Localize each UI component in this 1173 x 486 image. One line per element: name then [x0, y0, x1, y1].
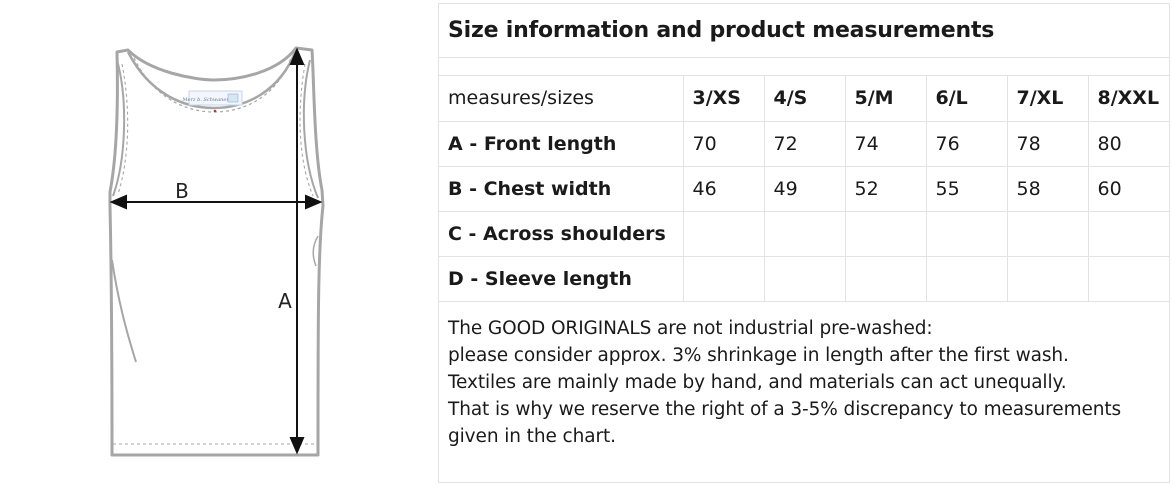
table-cell: 80: [1087, 121, 1169, 167]
row-label: D - Sleeve length: [439, 256, 683, 302]
svg-text:Merz b. Schwanen: Merz b. Schwanen: [181, 97, 229, 103]
note-line: Textiles are mainly made by hand, and ma…: [448, 372, 1067, 393]
size-header: 4/S: [763, 76, 845, 122]
size-header: 6/L: [925, 76, 1007, 122]
size-header-row: measures/sizes 3/XS 4/S 5/M 6/L 7/XL 8/X…: [439, 76, 1169, 122]
size-table: measures/sizes 3/XS 4/S 5/M 6/L 7/XL 8/X…: [439, 76, 1169, 302]
spacer-row: [439, 58, 1169, 76]
table-cell: [682, 256, 764, 302]
table-cell: [763, 256, 845, 302]
table-cell: [1006, 211, 1088, 257]
note-line: please consider approx. 3% shrinkage in …: [448, 345, 1069, 366]
table-cell: 46: [682, 166, 764, 212]
washing-notes: The GOOD ORIGINALS are not industrial pr…: [448, 315, 1163, 450]
size-header: 8/XXL: [1087, 76, 1169, 122]
measure-label-b: B: [175, 179, 189, 203]
table-row-sleeve-length: D - Sleeve length: [439, 256, 1169, 302]
table-cell: [925, 211, 1007, 257]
note-line: That is why we reserve the right of a 3-…: [448, 399, 1122, 420]
table-cell: [682, 211, 764, 257]
panel-title: Size information and product measurement…: [439, 4, 1169, 58]
table-cell: 78: [1006, 121, 1088, 167]
table-cell: 52: [844, 166, 926, 212]
table-cell: 49: [763, 166, 845, 212]
table-row-front-length: A - Front length 70 72 74 76 78 80: [439, 121, 1169, 167]
table-cell: [1087, 211, 1169, 257]
size-header: 3/XS: [682, 76, 764, 122]
table-cell: 55: [925, 166, 1007, 212]
size-header: 7/XL: [1006, 76, 1088, 122]
table-cell: 58: [1006, 166, 1088, 212]
table-row-across-shoulders: C - Across shoulders: [439, 211, 1169, 257]
row-label: C - Across shoulders: [439, 211, 683, 257]
tank-top-diagram: Merz b. Schwanen B A: [0, 0, 430, 486]
table-cell: [1087, 256, 1169, 302]
row-label: B - Chest width: [439, 166, 683, 212]
note-line: The GOOD ORIGINALS are not industrial pr…: [448, 318, 933, 339]
size-header: 5/M: [844, 76, 926, 122]
table-cell: 74: [844, 121, 926, 167]
row-label: A - Front length: [439, 121, 683, 167]
table-cell: 70: [682, 121, 764, 167]
measure-label-a: A: [278, 289, 292, 313]
table-cell: [844, 256, 926, 302]
table-cell: [1006, 256, 1088, 302]
size-information-panel: Size information and product measurement…: [438, 3, 1170, 483]
table-cell: 60: [1087, 166, 1169, 212]
table-cell: 72: [763, 121, 845, 167]
table-cell: 76: [925, 121, 1007, 167]
measures-sizes-label: measures/sizes: [439, 76, 683, 122]
table-cell: [763, 211, 845, 257]
table-row-chest-width: B - Chest width 46 49 52 55 58 60: [439, 166, 1169, 212]
table-cell: [844, 211, 926, 257]
note-line: given in the chart.: [448, 426, 616, 447]
table-cell: [925, 256, 1007, 302]
